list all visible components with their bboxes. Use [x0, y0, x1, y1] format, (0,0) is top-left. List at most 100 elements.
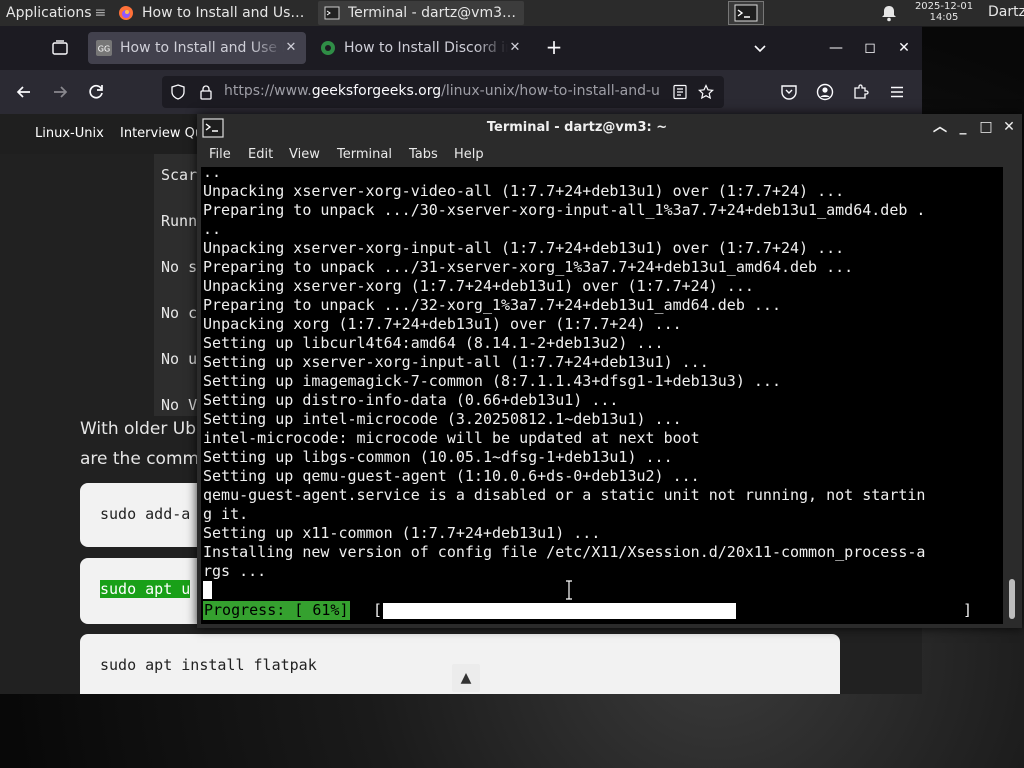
progress-bracket-close: ] [963, 601, 973, 619]
maximize-icon[interactable]: □ [977, 118, 995, 136]
terminal-line: rgs ... [203, 562, 267, 580]
taskbar-terminal-label: Terminal - dartz@vm3: ~ [348, 5, 518, 21]
menu-terminal[interactable]: Terminal [337, 147, 392, 162]
browser-tab-label: How to Install Discord in [344, 40, 508, 56]
terminal-line: Setting up distro-info-data (0.66+deb13u… [203, 391, 619, 409]
close-icon[interactable]: ✕ [894, 38, 914, 58]
url-text[interactable]: https://www.geeksforgeeks.org/linux-unix… [224, 83, 660, 101]
browser-navigation-bar: https://www.geeksforgeeks.org/linux-unix… [0, 70, 922, 114]
terminal-screen[interactable]: .. Unpacking xserver-xorg-video-all (1:7… [201, 167, 1003, 624]
firefox-view-icon[interactable] [50, 38, 70, 58]
chevron-down-icon[interactable] [750, 38, 770, 58]
paragraph-line: are the comma [80, 449, 210, 469]
progress-label: Progress: [ 61%] [203, 601, 350, 620]
output-line: Scar [161, 166, 198, 184]
back-arrow-icon[interactable] [14, 82, 34, 102]
terminal-line: Unpacking xserver-xorg (1:7.7+24+deb13u1… [203, 277, 754, 295]
firefox-icon [119, 6, 133, 20]
terminal-line: .. [203, 167, 222, 181]
scrollbar-thumb[interactable] [1009, 579, 1015, 619]
svg-text:GG: GG [98, 45, 110, 54]
close-tab-icon[interactable]: ✕ [508, 41, 522, 55]
menu-view[interactable]: View [289, 147, 320, 162]
minimize-icon[interactable]: — [826, 38, 846, 58]
site-nav-item-interview[interactable]: Interview Qu [120, 126, 203, 141]
terminal-line: g it. [203, 505, 249, 523]
progress-row: Progress: [ 61%] [ ] [201, 601, 1003, 620]
pocket-icon[interactable] [780, 83, 798, 101]
clock[interactable]: 2025-12-01 14:05 [906, 1, 982, 23]
output-line: No s [161, 258, 198, 276]
chevron-up-icon[interactable]: ︿ [931, 118, 949, 136]
terminal-line: intel-microcode: microcode will be updat… [203, 429, 700, 447]
code-text: sudo apt install flatpak [100, 656, 317, 674]
terminal-title: Terminal - dartz@vm3: ~ [486, 120, 668, 135]
hamburger-menu-icon[interactable] [888, 83, 906, 101]
minimize-icon[interactable]: _ [954, 118, 972, 136]
paragraph-line: With older Ub [80, 419, 197, 439]
taskbar-browser-label: How to Install and Use ... [142, 5, 308, 21]
terminal-line: Setting up intel-microcode (3.20250812.1… [203, 410, 682, 428]
shield-icon[interactable] [170, 84, 186, 100]
progress-bracket-open: [ [373, 601, 383, 619]
text-cursor-icon [566, 580, 572, 600]
terminal-line: Setting up libcurl4t64:amd64 (8.14.1-2+d… [203, 334, 664, 352]
terminal-icon[interactable] [202, 118, 224, 138]
menu-separator-icon: ≡ [94, 5, 107, 21]
geeksforgeeks-icon: GG [96, 40, 112, 56]
lock-icon[interactable] [198, 84, 214, 100]
applications-menu[interactable]: Applications ≡ [0, 0, 112, 26]
terminal-line: Unpacking xorg (1:7.7+24+deb13u1) over (… [203, 315, 682, 333]
browser-tab-active[interactable]: GG How to Install and Use F ✕ [88, 32, 306, 64]
terminal-line: qemu-guest-agent.service is a disabled o… [203, 486, 926, 504]
workspace-switcher[interactable] [728, 1, 764, 25]
site-nav-item-linux-unix[interactable]: Linux-Unix [35, 126, 104, 141]
maximize-icon[interactable]: ◻ [860, 38, 880, 58]
terminal-titlebar[interactable]: Terminal - dartz@vm3: ~ ︿ _ □ ✕ [197, 114, 1022, 142]
applications-label: Applications [6, 5, 92, 21]
terminal-icon [324, 6, 340, 20]
terminal-line: Preparing to unpack .../32-xorg_1%3a7.7+… [203, 296, 781, 314]
terminal-line: .. [203, 220, 222, 238]
user-menu[interactable]: Dartz [988, 4, 1024, 20]
browser-tab-bar: GG How to Install and Use F ✕ How to Ins… [0, 26, 922, 70]
url-prefix: https://www. [224, 83, 312, 99]
menu-tabs[interactable]: Tabs [409, 147, 438, 162]
terminal-line: Setting up xserver-xorg-input-all (1:7.7… [203, 353, 709, 371]
taskbar-item-terminal[interactable]: Terminal - dartz@vm3: ~ [318, 1, 524, 25]
article-paragraph: With older Ub are the comma [80, 414, 210, 474]
terminal-line: Setting up imagemagick-7-common (8:7.1.1… [203, 372, 781, 390]
terminal-scrollbar[interactable] [1005, 167, 1019, 624]
reader-view-icon[interactable] [672, 84, 688, 100]
url-bar[interactable]: https://www.geeksforgeeks.org/linux-unix… [162, 76, 724, 108]
account-icon[interactable] [816, 83, 834, 101]
output-line: No c [161, 304, 198, 322]
terminal-line: Preparing to unpack .../31-xserver-xorg_… [203, 258, 854, 276]
clock-date: 2025-12-01 [914, 1, 974, 12]
output-line: Runn [161, 212, 198, 230]
close-tab-icon[interactable]: ✕ [284, 41, 298, 55]
close-icon[interactable]: ✕ [1000, 118, 1018, 136]
bookmark-star-icon[interactable] [698, 84, 714, 100]
menu-edit[interactable]: Edit [248, 147, 273, 162]
scroll-to-top-button[interactable]: ▲ [452, 664, 480, 692]
progress-bar-fill [383, 603, 736, 619]
new-tab-button[interactable]: + [544, 37, 564, 58]
menu-help[interactable]: Help [454, 147, 484, 162]
terminal-line: Setting up libgs-common (10.05.1~dfsg-1+… [203, 448, 673, 466]
taskbar-item-browser[interactable]: How to Install and Use ... [112, 1, 314, 25]
progress-bar-track [383, 603, 961, 619]
browser-tab[interactable]: How to Install Discord in ✕ [312, 32, 530, 64]
notification-bell-icon[interactable] [880, 4, 898, 22]
forward-arrow-icon[interactable] [50, 82, 70, 102]
menu-file[interactable]: File [209, 147, 231, 162]
extensions-puzzle-icon[interactable] [852, 83, 870, 101]
code-text: sudo add-a [100, 505, 191, 523]
code-text: sudo apt u [100, 580, 191, 598]
url-path: /linux-unix/how-to-install-and-u [441, 83, 660, 99]
terminal-output: .. Unpacking xserver-xorg-video-all (1:7… [203, 167, 925, 581]
reload-icon[interactable] [86, 82, 106, 102]
terminal-line: Setting up x11-common (1:7.7+24+deb13u1)… [203, 524, 601, 542]
clock-time: 14:05 [929, 12, 959, 23]
output-line: No V [161, 396, 198, 414]
